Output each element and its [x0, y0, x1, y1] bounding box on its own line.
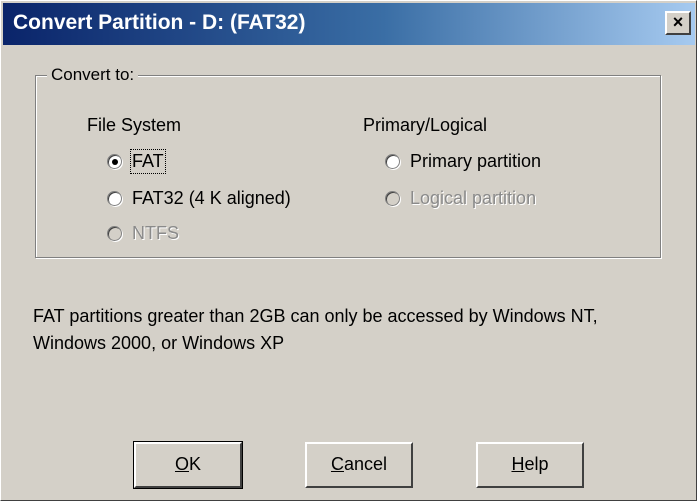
primary-logical-heading: Primary/Logical [363, 115, 488, 135]
close-icon[interactable]: × [665, 11, 691, 35]
ok-label-rest: K [189, 454, 202, 474]
radio-ntfs-label: NTFS [132, 223, 179, 243]
radio-primary-label: Primary partition [410, 151, 542, 171]
help-label-rest: elp [524, 454, 549, 474]
ok-accelerator: O [174, 454, 189, 474]
convert-partition-dialog: Convert Partition - D: (FAT32) × Convert… [0, 0, 697, 501]
radio-disabled-icon [107, 226, 122, 241]
radio-logical-partition: Logical partition [385, 188, 536, 209]
radio-fat[interactable]: FAT [107, 149, 166, 174]
title-bar[interactable]: Convert Partition - D: (FAT32) × [3, 3, 695, 45]
radio-ntfs: NTFS [107, 223, 179, 244]
radio-fat-label: FAT [130, 149, 166, 174]
cancel-button[interactable]: Cancel [305, 442, 413, 488]
radio-fat32[interactable]: FAT32 (4 K aligned) [107, 188, 291, 209]
convert-to-label: Convert to: [47, 65, 139, 85]
radio-fat32-label: FAT32 (4 K aligned) [132, 188, 291, 208]
cancel-accelerator: C [330, 454, 344, 474]
radio-logical-label: Logical partition [410, 188, 537, 208]
radio-primary-partition[interactable]: Primary partition [385, 151, 541, 172]
file-system-heading: File System [87, 115, 182, 135]
radio-unchecked-icon [385, 154, 400, 169]
info-message: FAT partitions greater than 2GB can only… [33, 306, 598, 353]
radio-checked-icon [107, 154, 122, 169]
radio-disabled-icon [385, 191, 400, 206]
help-accelerator: H [511, 454, 525, 474]
radio-unchecked-icon [107, 191, 122, 206]
ok-button[interactable]: OK [133, 441, 243, 489]
help-button[interactable]: Help [476, 442, 584, 488]
cancel-label-rest: ancel [343, 454, 388, 474]
window-title: Convert Partition - D: (FAT32) [13, 11, 306, 34]
